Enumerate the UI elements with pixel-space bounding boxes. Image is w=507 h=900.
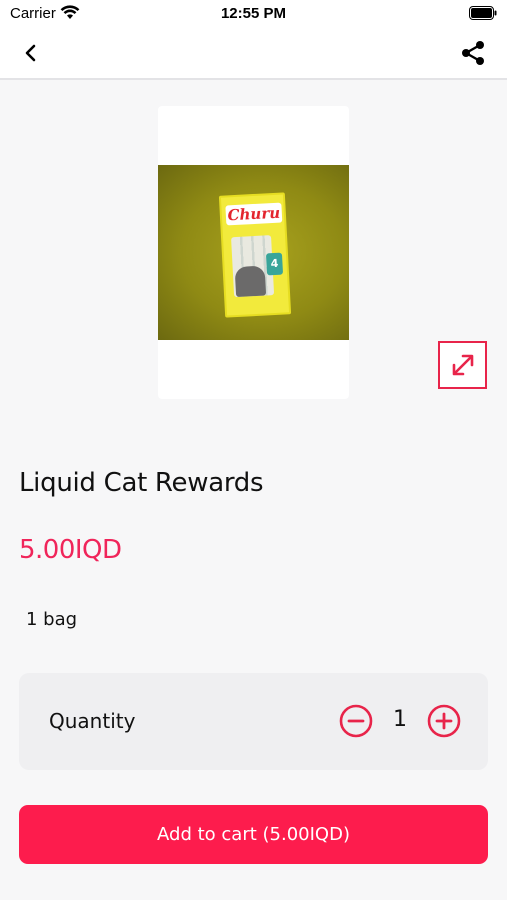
status-time: 12:55 PM [220,5,287,22]
navigation-bar [0,28,507,80]
package-count-badge: 4 [265,252,284,276]
product-photo[interactable]: Churu 4 [158,165,349,340]
quantity-label: Quantity [49,709,136,733]
product-image-card[interactable]: Churu 4 [158,106,349,399]
product-title: Liquid Cat Rewards [19,468,264,498]
plus-circle-icon [427,704,461,738]
product-unit: 1 bag [26,609,78,630]
status-bar: Carrier 12:55 PM [0,0,507,28]
decrease-quantity-button[interactable] [339,704,373,738]
product-price: 5.00IQD [19,535,122,565]
battery-icon [469,6,497,24]
increase-quantity-button[interactable] [427,704,461,738]
back-button[interactable] [18,40,44,66]
quantity-card: Quantity 1 [19,673,488,770]
add-to-cart-button[interactable]: Add to cart (5.00IQD) [19,805,488,864]
package-brand: Churu [225,202,283,226]
expand-icon [452,354,473,376]
expand-image-button[interactable] [438,341,487,389]
package-cat-art [234,265,267,298]
quantity-value: 1 [393,707,407,732]
share-icon [462,41,484,65]
product-package: Churu 4 [218,192,292,318]
chevron-left-icon [25,44,36,62]
share-button[interactable] [459,39,487,67]
minus-circle-icon [339,704,373,738]
